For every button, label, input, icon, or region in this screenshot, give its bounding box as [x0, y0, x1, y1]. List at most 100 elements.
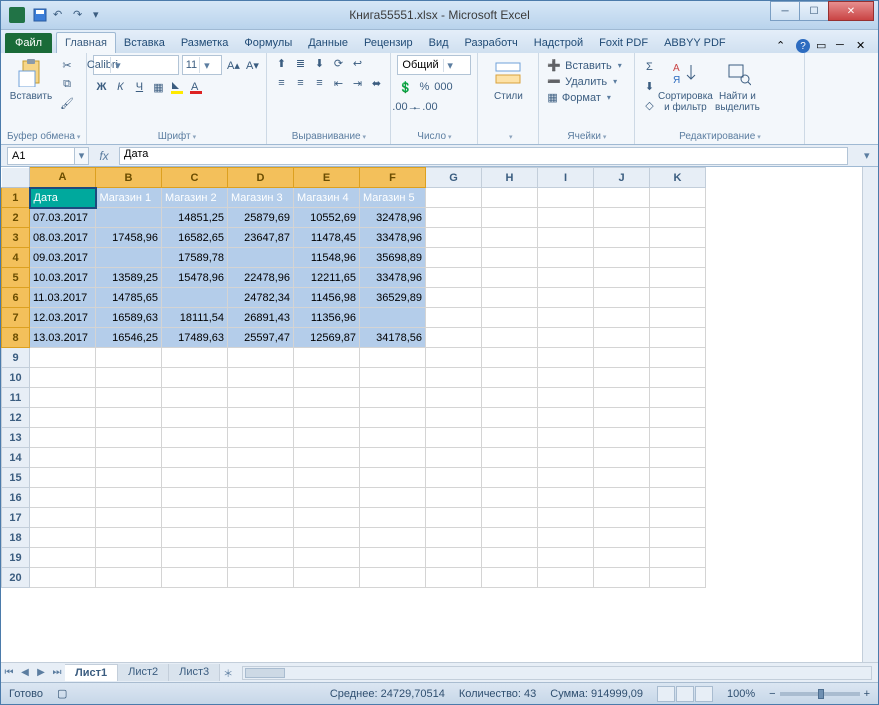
cell[interactable]	[96, 508, 162, 528]
help-icon[interactable]: ?	[796, 39, 810, 53]
date-cell[interactable]: 12.03.2017	[30, 308, 96, 328]
group-label-alignment[interactable]: Выравнивание	[273, 130, 384, 144]
new-sheet-icon[interactable]: ＊	[220, 665, 236, 680]
cell[interactable]	[162, 388, 228, 408]
cell[interactable]	[426, 428, 482, 448]
align-top-icon[interactable]: ⬆	[273, 55, 289, 71]
window-close-icon[interactable]: ✕	[856, 39, 870, 53]
date-cell[interactable]: 10.03.2017	[30, 268, 96, 288]
data-cell[interactable]: 17489,63	[162, 328, 228, 348]
align-center-icon[interactable]: ≡	[292, 75, 308, 91]
column-header[interactable]: K	[650, 168, 706, 188]
cell[interactable]	[538, 268, 594, 288]
cell[interactable]	[650, 388, 706, 408]
cell[interactable]	[30, 348, 96, 368]
align-bottom-icon[interactable]: ⬇	[311, 55, 327, 71]
bold-icon[interactable]: Ж	[93, 79, 109, 95]
ribbon-tab[interactable]: Вид	[421, 33, 457, 53]
cell[interactable]	[426, 268, 482, 288]
sort-filter-button[interactable]: АЯ Сортировка и фильтр	[661, 55, 709, 113]
cell[interactable]	[538, 568, 594, 588]
cell[interactable]	[228, 528, 294, 548]
ribbon-restore-icon[interactable]: ▭	[816, 39, 830, 53]
date-cell[interactable]: 08.03.2017	[30, 228, 96, 248]
cell[interactable]	[30, 448, 96, 468]
cell[interactable]	[228, 388, 294, 408]
cell[interactable]	[538, 388, 594, 408]
cell[interactable]	[426, 228, 482, 248]
data-cell[interactable]	[96, 248, 162, 268]
cell[interactable]	[538, 448, 594, 468]
paste-button[interactable]: Вставить	[7, 55, 55, 102]
cell[interactable]	[594, 368, 650, 388]
cell[interactable]	[538, 528, 594, 548]
cell[interactable]	[594, 468, 650, 488]
number-format-combo[interactable]: Общий▾	[397, 55, 471, 75]
cell[interactable]	[594, 428, 650, 448]
row-header[interactable]: 4	[2, 248, 30, 268]
cell[interactable]	[482, 408, 538, 428]
cell[interactable]	[426, 208, 482, 228]
italic-icon[interactable]: К	[112, 79, 128, 95]
cell[interactable]	[162, 488, 228, 508]
cell[interactable]	[294, 388, 360, 408]
data-cell[interactable]	[162, 288, 228, 308]
cell[interactable]	[650, 548, 706, 568]
cell[interactable]	[96, 488, 162, 508]
cell[interactable]	[426, 188, 482, 208]
data-cell[interactable]: 17458,96	[96, 228, 162, 248]
fill-color-icon[interactable]	[169, 79, 185, 95]
cell[interactable]	[482, 368, 538, 388]
data-cell[interactable]: 11356,96	[294, 308, 360, 328]
view-buttons[interactable]	[657, 686, 713, 702]
cell[interactable]	[594, 448, 650, 468]
data-cell[interactable]: 11456,98	[294, 288, 360, 308]
cell[interactable]	[482, 448, 538, 468]
header-cell[interactable]: Магазин 1	[96, 188, 162, 208]
cell[interactable]	[650, 188, 706, 208]
cell[interactable]	[426, 488, 482, 508]
row-header[interactable]: 13	[2, 428, 30, 448]
column-header[interactable]: H	[482, 168, 538, 188]
cell[interactable]	[228, 428, 294, 448]
ribbon-tab[interactable]: ABBYY PDF	[656, 33, 734, 53]
cell[interactable]	[482, 228, 538, 248]
data-cell[interactable]: 25597,47	[228, 328, 294, 348]
copy-icon[interactable]: ⧉	[59, 76, 75, 92]
column-header[interactable]: E	[294, 168, 360, 188]
name-box-dropdown[interactable]: ▾	[75, 147, 89, 165]
undo-icon[interactable]: ↶	[53, 8, 67, 22]
data-cell[interactable]: 10552,69	[294, 208, 360, 228]
date-cell[interactable]: 07.03.2017	[30, 208, 96, 228]
data-cell[interactable]: 33478,96	[360, 228, 426, 248]
font-size-combo[interactable]: 11▾	[182, 55, 222, 75]
row-header[interactable]: 16	[2, 488, 30, 508]
row-header[interactable]: 11	[2, 388, 30, 408]
cell[interactable]	[538, 468, 594, 488]
fx-button[interactable]: fx	[95, 149, 113, 163]
cell[interactable]	[360, 428, 426, 448]
group-label-editing[interactable]: Редактирование	[641, 130, 798, 144]
cell[interactable]	[360, 568, 426, 588]
cell[interactable]	[650, 248, 706, 268]
cell[interactable]	[538, 408, 594, 428]
cell[interactable]	[482, 208, 538, 228]
cell[interactable]	[294, 468, 360, 488]
cell[interactable]	[96, 548, 162, 568]
cell[interactable]	[650, 508, 706, 528]
font-name-combo[interactable]: Calibri▾	[93, 55, 179, 75]
data-cell[interactable]: 16589,63	[96, 308, 162, 328]
date-cell[interactable]: 11.03.2017	[30, 288, 96, 308]
cell[interactable]	[162, 548, 228, 568]
header-cell[interactable]: Дата	[30, 188, 96, 208]
align-middle-icon[interactable]: ≣	[292, 55, 308, 71]
cell[interactable]	[228, 348, 294, 368]
formula-expand-icon[interactable]: ▾	[864, 149, 878, 162]
cell[interactable]	[30, 548, 96, 568]
wrap-text-icon[interactable]: ↩	[349, 55, 365, 71]
cell[interactable]	[162, 468, 228, 488]
ribbon-tab[interactable]: Рецензир	[356, 33, 421, 53]
data-cell[interactable]: 11548,96	[294, 248, 360, 268]
vertical-scrollbar[interactable]	[862, 167, 878, 662]
cell[interactable]	[96, 568, 162, 588]
